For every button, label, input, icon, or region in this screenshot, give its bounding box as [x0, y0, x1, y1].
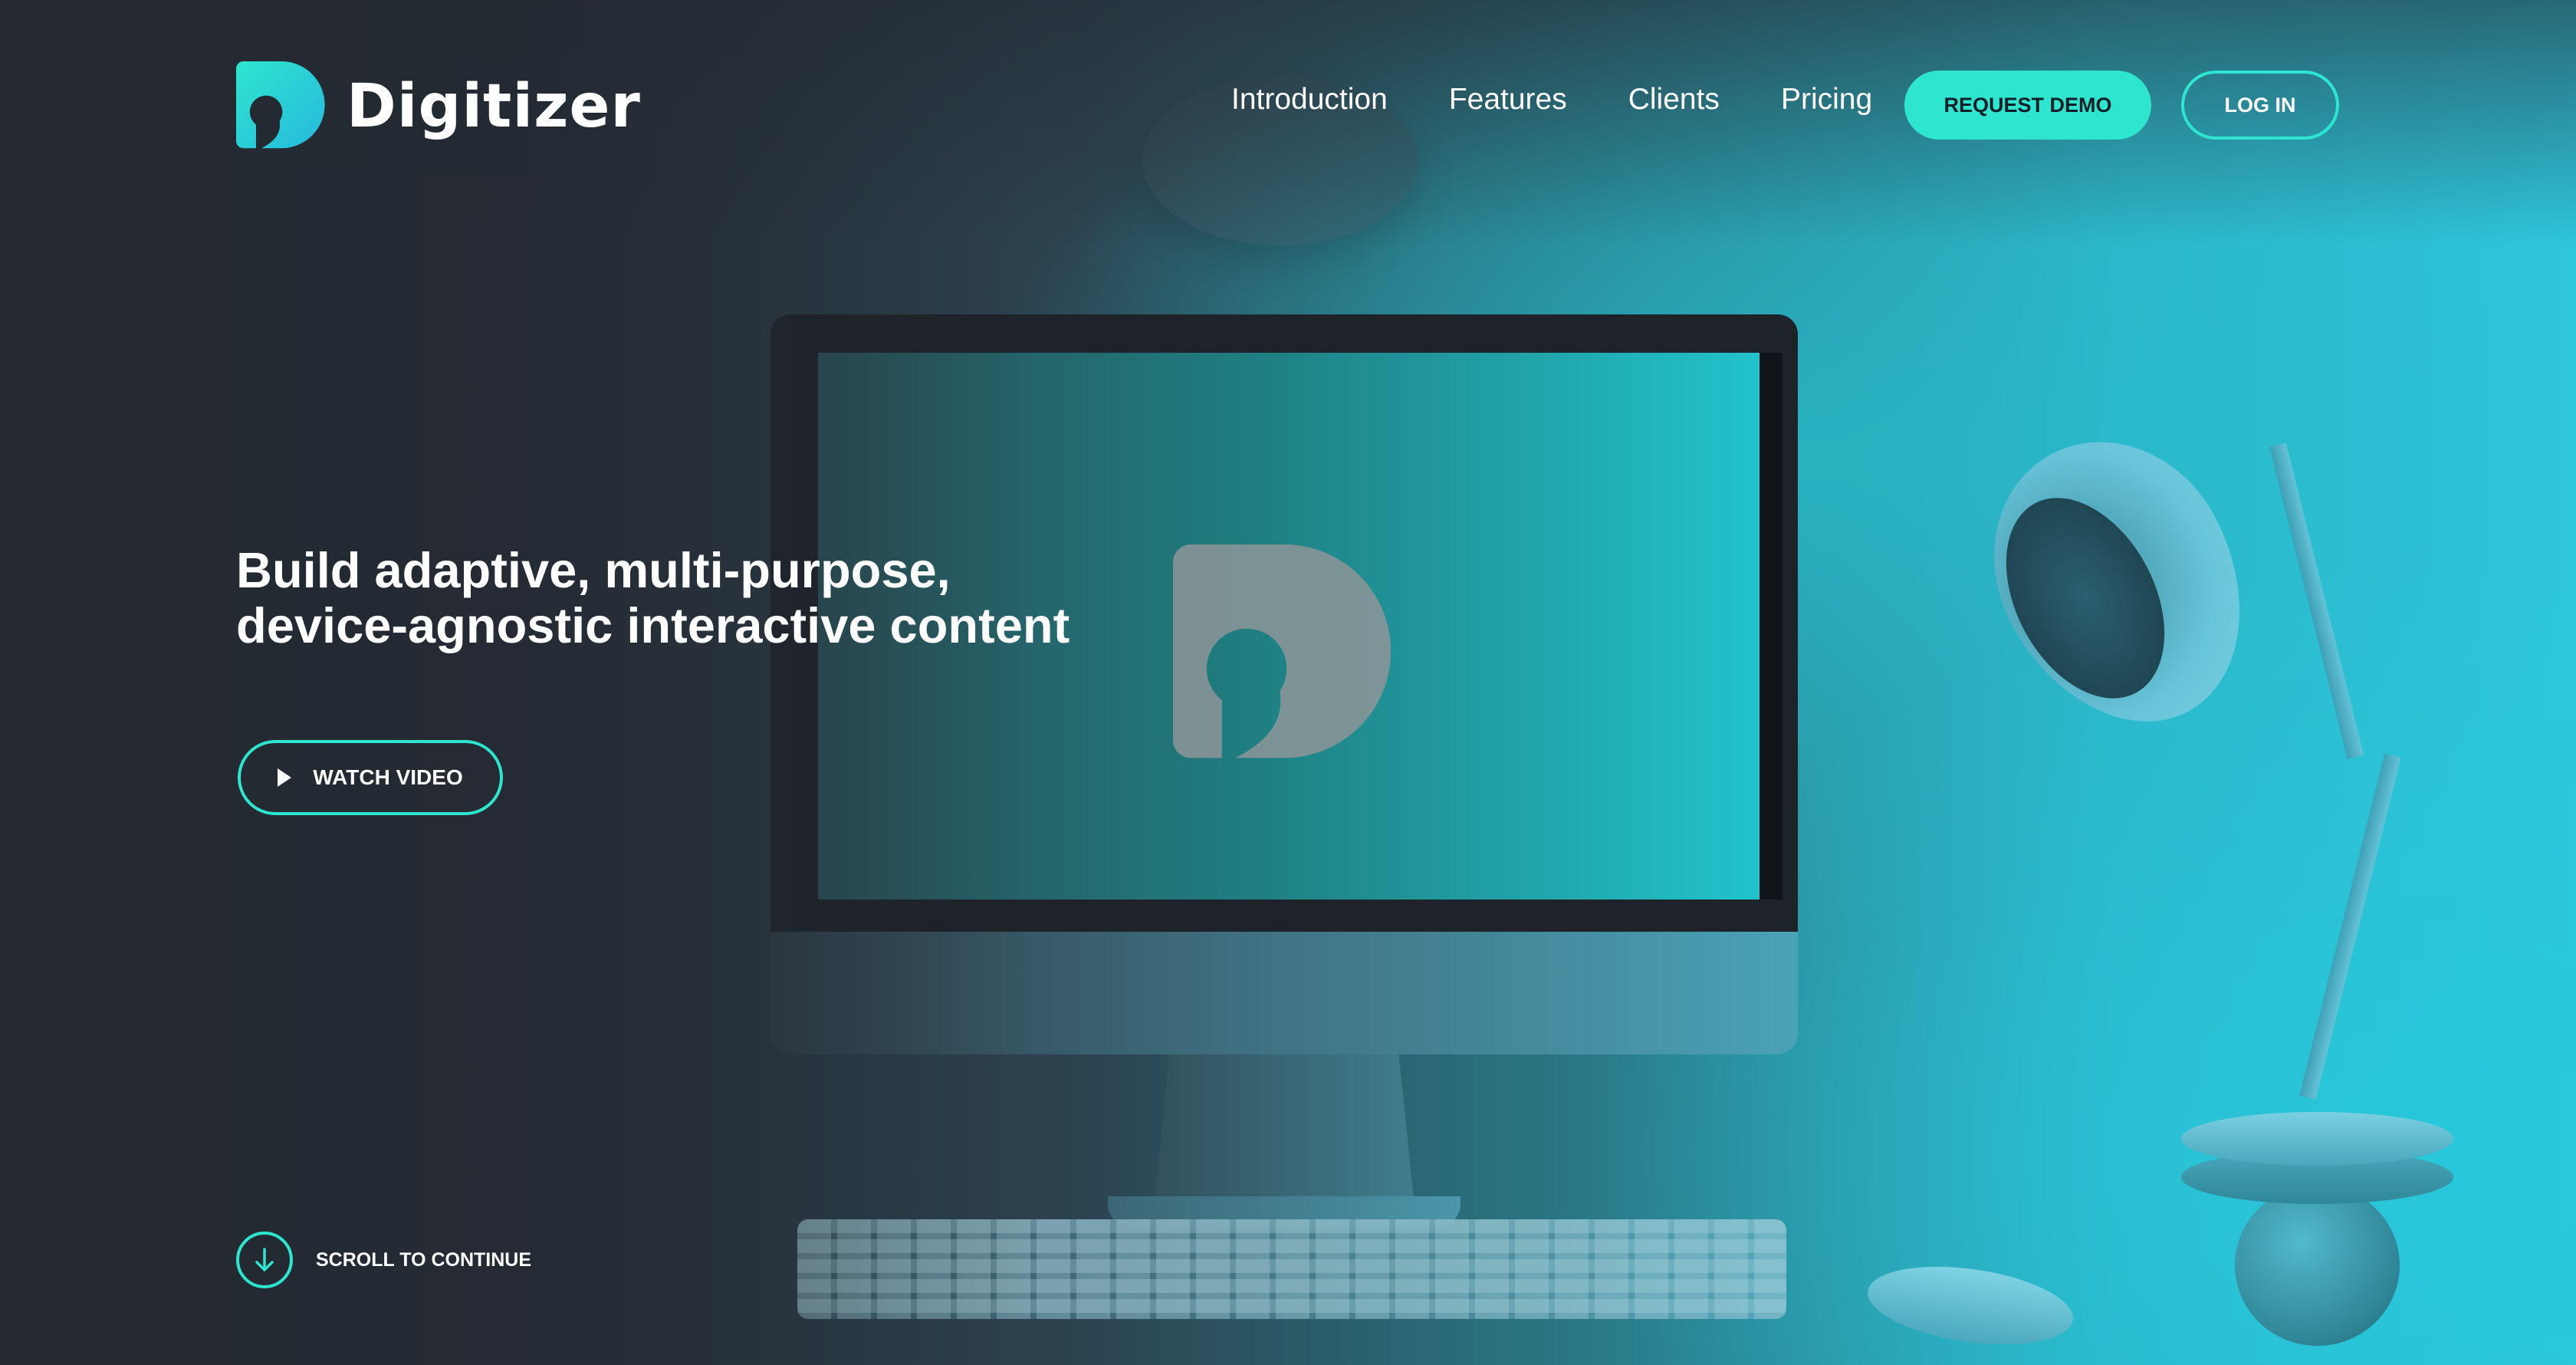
login-button[interactable]: LOG IN [2181, 71, 2339, 140]
monitor-screen-edge [1760, 353, 1783, 900]
scroll-label: SCROLL TO CONTINUE [316, 1248, 532, 1271]
scroll-button[interactable] [236, 1232, 293, 1288]
nav-pricing[interactable]: Pricing [1781, 83, 1872, 117]
lamp-base-top [2181, 1112, 2453, 1166]
scroll-to-continue[interactable]: SCROLL TO CONTINUE [236, 1232, 531, 1288]
digitizer-logo-icon [236, 61, 325, 149]
arrow-down-icon [255, 1248, 274, 1271]
nav-features[interactable]: Features [1449, 83, 1567, 117]
play-icon [278, 768, 292, 787]
hero-title-line-1: Build adaptive, multi-purpose, [236, 542, 951, 598]
brand-name: Digitizer [347, 72, 641, 141]
main-nav: Introduction Features Clients Pricing [1231, 83, 1934, 117]
apple-illustration [2235, 1185, 2400, 1346]
monitor-stand-base [1108, 1196, 1460, 1227]
request-demo-button[interactable]: REQUEST DEMO [1904, 71, 2151, 140]
lamp-arm-lower [2299, 753, 2401, 1100]
mouse-illustration [1862, 1255, 2078, 1357]
desktop-monitor-illustration [770, 314, 1798, 1227]
watch-video-label: WATCH VIDEO [313, 765, 463, 789]
nav-introduction[interactable]: Introduction [1231, 83, 1388, 117]
hero-title: Build adaptive, multi-purpose, device-ag… [236, 543, 1156, 653]
brand-logo[interactable]: Digitizer [236, 61, 641, 152]
monitor-chin [770, 932, 1798, 1054]
hero-title-line-2: device-agnostic interactive content [236, 597, 1070, 653]
lamp-base-bottom [2181, 1150, 2453, 1204]
watch-video-button[interactable]: WATCH VIDEO [238, 740, 503, 815]
site-header: Digitizer Introduction Features Clients … [0, 0, 2576, 215]
keyboard-illustration [797, 1219, 1786, 1319]
nav-clients[interactable]: Clients [1628, 83, 1720, 117]
lamp-shade [1950, 400, 2290, 766]
monitor-stand [1154, 1054, 1414, 1208]
lamp-shade-inner [1973, 471, 2197, 725]
lamp-arm-upper [2269, 442, 2364, 760]
screen-logo-icon [1173, 544, 1392, 758]
